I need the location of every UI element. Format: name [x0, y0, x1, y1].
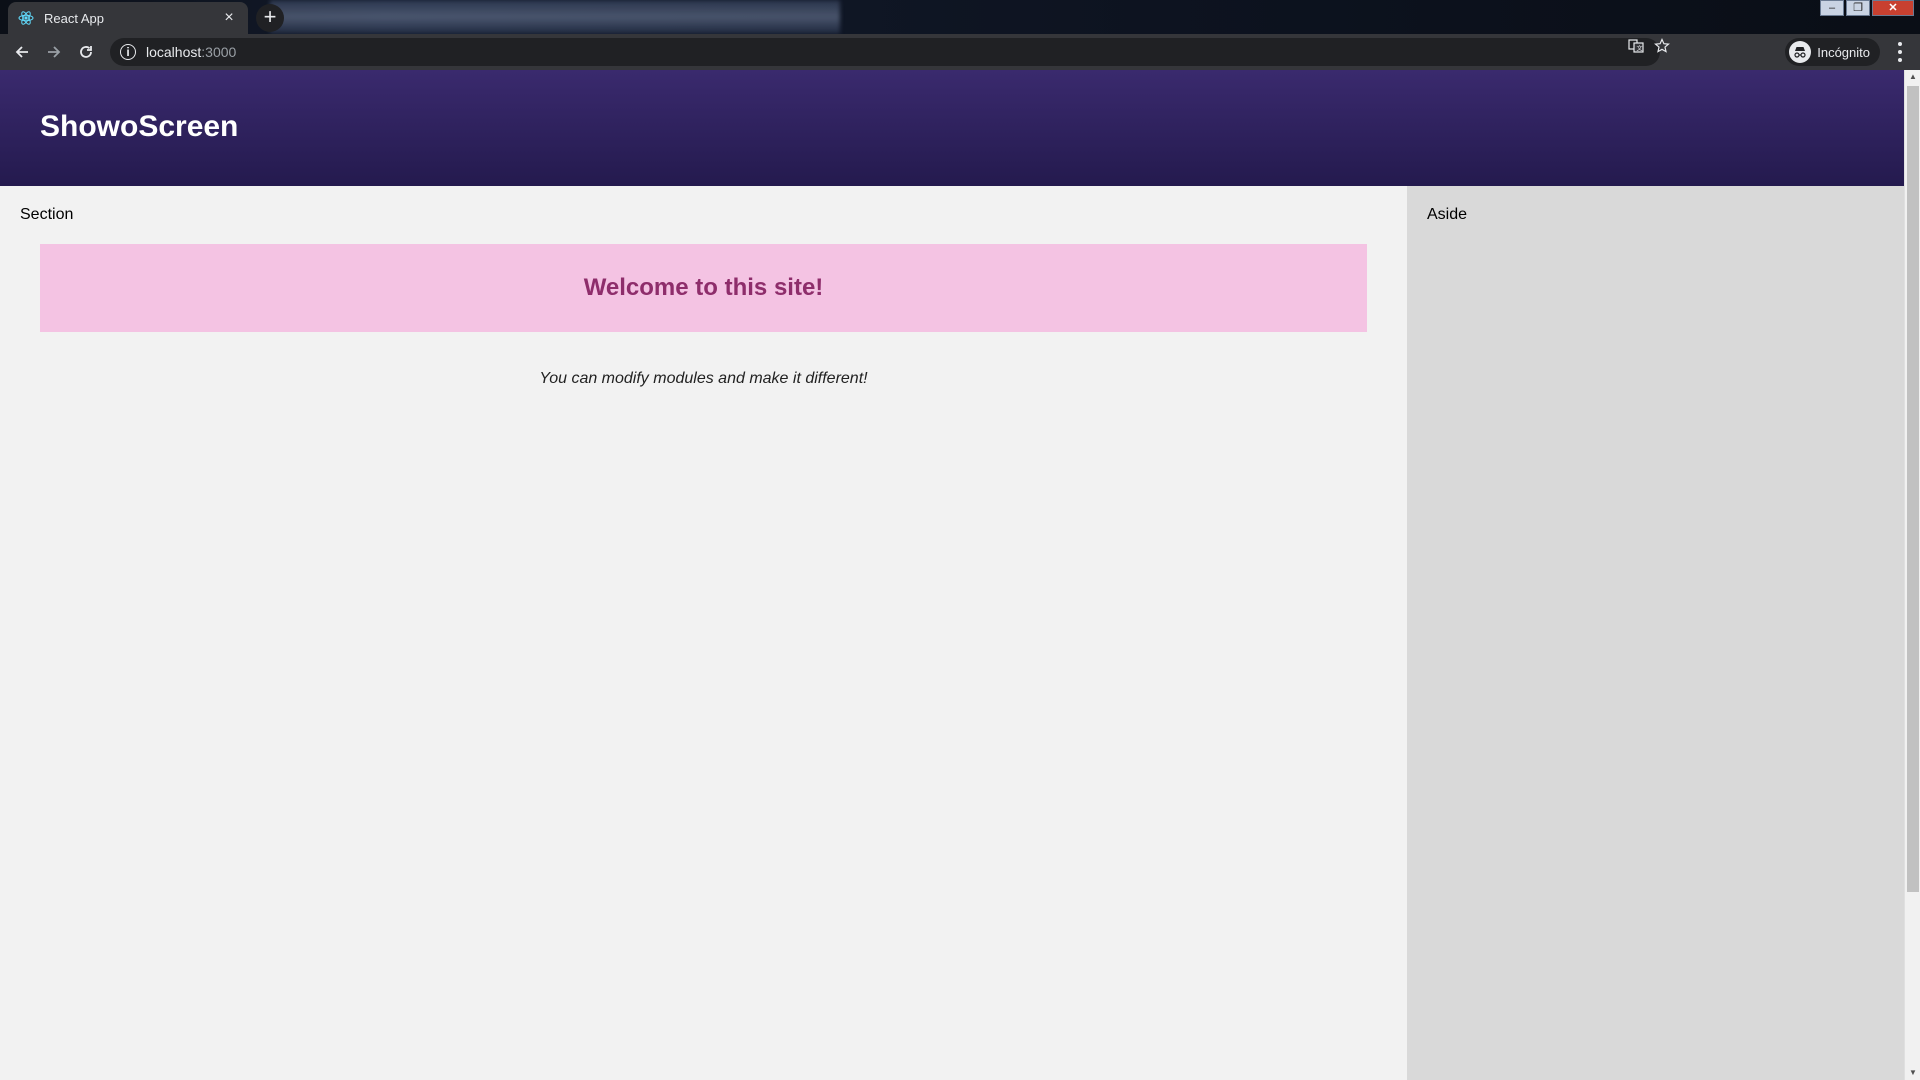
section-label: Section — [20, 206, 74, 223]
tab-strip: React App × + – ❐ ✕ — [0, 0, 1920, 34]
scroll-up-icon[interactable]: ▲ — [1905, 70, 1920, 84]
app-brand: ShowoScreen — [40, 110, 239, 143]
main-section: Section Welcome to this site! You can mo… — [0, 186, 1407, 1080]
new-tab-button[interactable]: + — [256, 4, 284, 32]
close-window-icon[interactable]: ✕ — [1872, 0, 1914, 16]
translate-icon[interactable]: 文 — [1628, 38, 1644, 59]
forward-button[interactable] — [38, 36, 70, 68]
aside-panel: Aside — [1407, 186, 1904, 1080]
welcome-banner: Welcome to this site! — [40, 244, 1367, 332]
restore-window-icon[interactable]: ❐ — [1846, 0, 1870, 16]
aside-label: Aside — [1427, 206, 1468, 223]
address-bar-actions: 文 — [1628, 38, 1670, 59]
minimize-window-icon[interactable]: – — [1820, 0, 1844, 16]
reload-button[interactable] — [70, 36, 102, 68]
tagline-text: You can modify modules and make it diffe… — [539, 370, 868, 387]
app-header: ShowoScreen — [0, 70, 1904, 186]
three-dots-icon[interactable] — [1890, 42, 1910, 62]
reload-icon — [80, 46, 92, 58]
browser-toolbar: i localhost :3000 文 Incógnito — [0, 34, 1920, 70]
blurred-background-strip — [270, 0, 840, 34]
incognito-icon — [1789, 41, 1812, 63]
vertical-scrollbar[interactable]: ▲ ▼ — [1904, 70, 1920, 1080]
url-port: :3000 — [201, 44, 237, 60]
welcome-title: Welcome to this site! — [583, 274, 824, 301]
arrow-right-icon — [48, 46, 61, 58]
scroll-down-icon[interactable]: ▼ — [1905, 1066, 1920, 1080]
window-controls: – ❐ ✕ — [1820, 0, 1914, 16]
page-viewport: ShowoScreen Section Welcome to this site… — [0, 70, 1920, 1080]
address-bar[interactable]: i localhost :3000 — [110, 38, 1660, 66]
browser-tab-active[interactable]: React App × — [8, 2, 248, 34]
url-host: localhost — [146, 44, 202, 60]
incognito-profile-button[interactable]: Incógnito — [1785, 38, 1880, 66]
close-tab-icon[interactable]: × — [220, 9, 238, 27]
back-button[interactable] — [6, 36, 38, 68]
profile-label: Incógnito — [1817, 44, 1870, 60]
info-icon[interactable]: i — [120, 44, 136, 60]
scrollbar-thumb[interactable] — [1907, 86, 1919, 892]
star-icon[interactable] — [1654, 38, 1670, 59]
svg-text:文: 文 — [1637, 45, 1643, 53]
react-logo-icon — [18, 10, 34, 26]
arrow-left-icon — [15, 46, 28, 58]
tab-title: React App — [44, 10, 104, 26]
